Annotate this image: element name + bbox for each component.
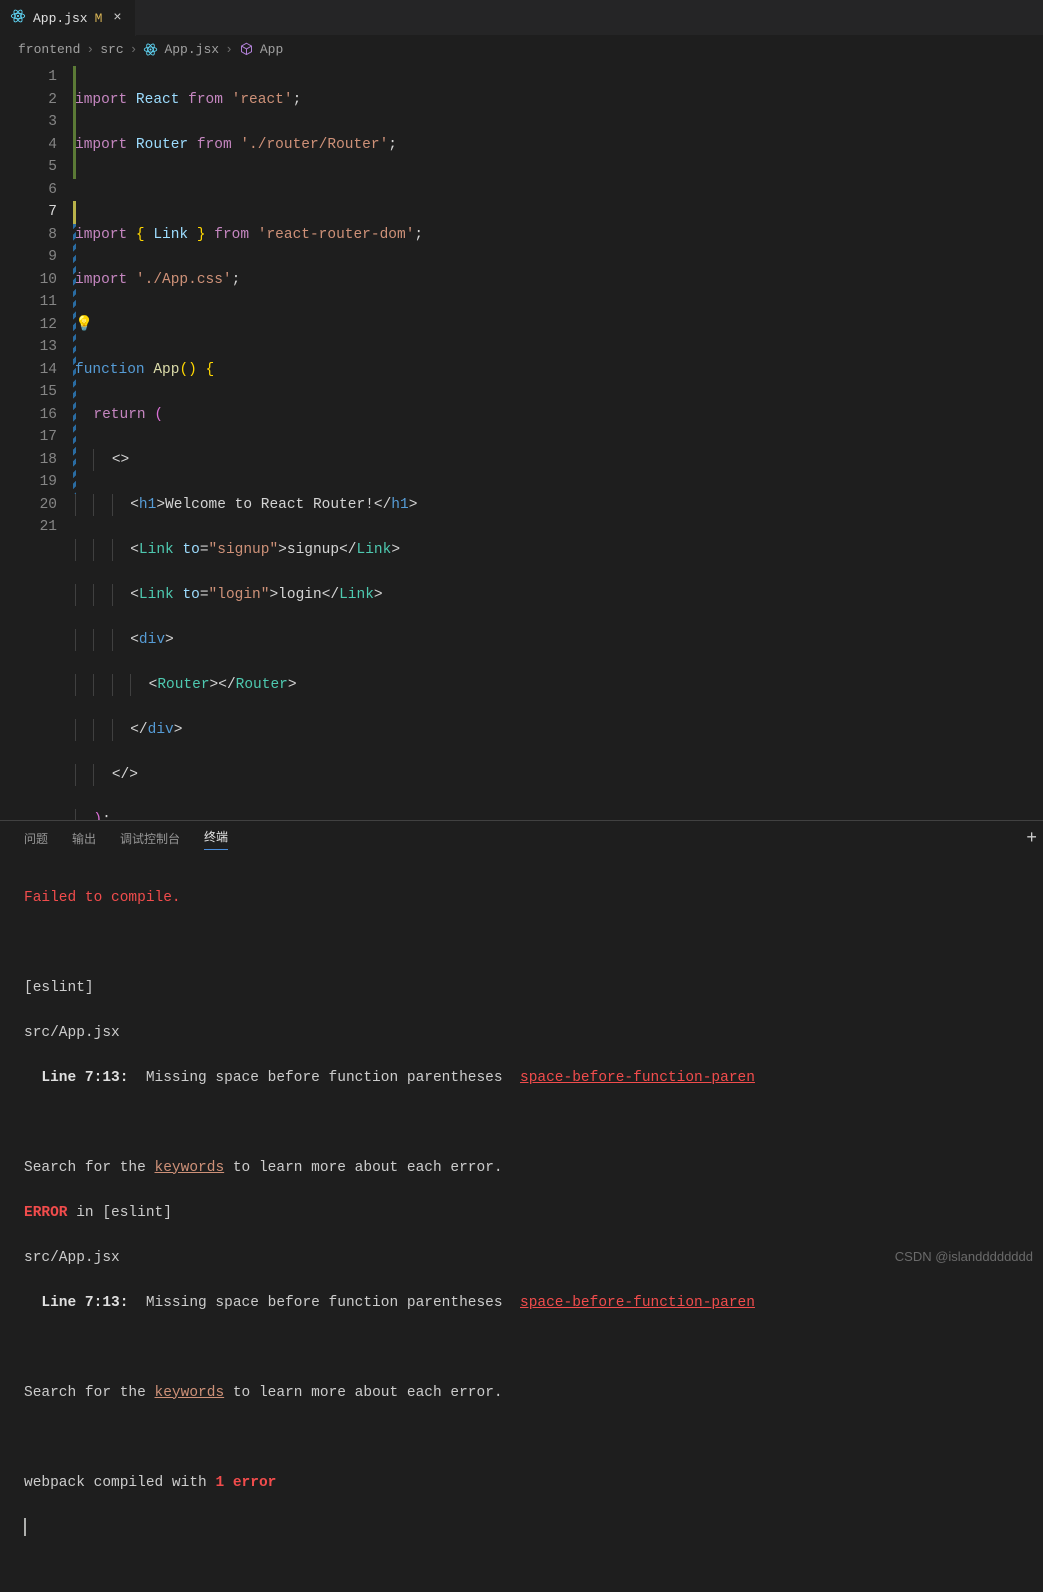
bc-folder[interactable]: src: [100, 42, 123, 57]
tab-app-jsx[interactable]: App.jsx M ×: [0, 0, 136, 36]
chevron-icon: ›: [86, 42, 94, 57]
close-icon[interactable]: ×: [109, 10, 125, 26]
breadcrumb[interactable]: frontend › src › App.jsx › App: [0, 36, 1043, 62]
keywords-link[interactable]: keywords: [155, 1385, 225, 1401]
chevron-icon: ›: [225, 42, 233, 57]
tab-problems[interactable]: 问题: [24, 830, 48, 847]
symbol-icon: [239, 41, 254, 56]
react-icon: [143, 41, 158, 56]
bottom-panel: 问题 输出 调试控制台 终端 + Failed to compile. [esl…: [0, 820, 1043, 1270]
line-numbers: 123456789101112131415161718192021: [0, 62, 75, 818]
chevron-icon: ›: [130, 42, 138, 57]
tab-bar: App.jsx M ×: [0, 0, 1043, 36]
react-icon: [10, 8, 26, 29]
git-gutter-modified: [73, 201, 76, 494]
terminal-cursor: [24, 1518, 26, 1536]
tab-terminal[interactable]: 终端: [204, 828, 228, 850]
bc-folder[interactable]: frontend: [18, 42, 80, 57]
tab-output[interactable]: 输出: [72, 830, 96, 847]
git-gutter-added: [73, 66, 76, 179]
compile-error: Failed to compile.: [24, 887, 1019, 910]
terminal-output[interactable]: Failed to compile. [eslint] src/App.jsx …: [0, 856, 1043, 1592]
code-editor[interactable]: 123456789101112131415161718192021 import…: [0, 62, 1043, 818]
tab-debug-console[interactable]: 调试控制台: [120, 830, 180, 847]
code-area[interactable]: import React from 'react'; import Router…: [75, 62, 1043, 818]
git-gutter-highlight: [73, 201, 76, 224]
lightbulb-icon[interactable]: 💡: [75, 317, 93, 333]
bc-file[interactable]: App.jsx: [164, 42, 219, 57]
plus-icon[interactable]: +: [1026, 829, 1037, 849]
tab-modified-indicator: M: [95, 11, 103, 26]
tab-label: App.jsx: [33, 11, 88, 26]
eslint-rule-link[interactable]: space-before-function-paren: [520, 1070, 755, 1086]
bc-symbol[interactable]: App: [260, 42, 283, 57]
panel-tabs: 问题 输出 调试控制台 终端 +: [0, 821, 1043, 856]
eslint-rule-link[interactable]: space-before-function-paren: [520, 1295, 755, 1311]
watermark: CSDN @islandddddddd: [895, 1249, 1033, 1264]
keywords-link[interactable]: keywords: [155, 1160, 225, 1176]
